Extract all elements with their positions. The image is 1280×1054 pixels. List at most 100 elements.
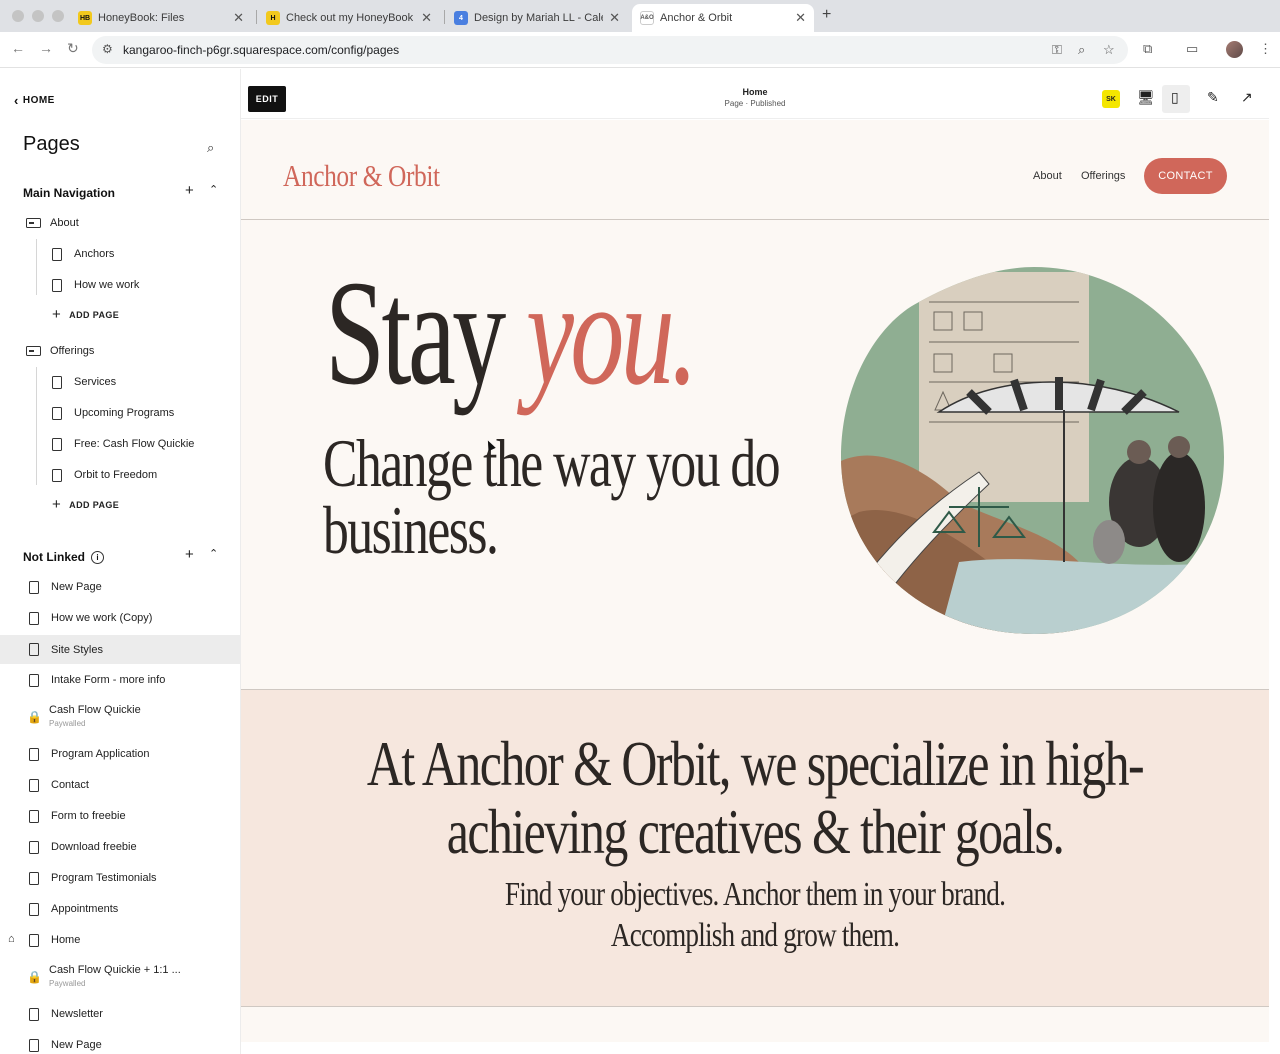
sidebar-item-download-freebie[interactable]: Download freebie [0, 833, 240, 861]
back-arrow-icon[interactable]: ← [11, 40, 25, 56]
browser-tab-calendar[interactable]: 4 Design by Mariah LL - Calend ✕ [446, 4, 628, 32]
sidebar-item-label: Form to freebie [51, 810, 126, 822]
sidebar-item-newsletter[interactable]: Newsletter [0, 1000, 240, 1028]
add-page-button[interactable]: + ADD PAGE [52, 306, 119, 323]
close-window-button[interactable] [12, 10, 24, 22]
sidebar-item-label: Newsletter [51, 1008, 103, 1020]
pages-sidebar: ‹ HOME Pages ⌕ Main Navigation + ⌃ About… [0, 69, 241, 1054]
new-tab-icon[interactable]: + [822, 6, 831, 24]
sidebar-item-anchors[interactable]: Anchors [0, 240, 240, 268]
close-tab-icon[interactable]: ✕ [609, 10, 620, 26]
sidebar-item-upcoming-programs[interactable]: Upcoming Programs [0, 399, 240, 427]
side-panel-icon[interactable]: ▭ [1186, 41, 1198, 57]
add-not-linked-icon[interactable]: + [185, 546, 194, 563]
sidebar-folder-offerings[interactable]: Offerings [0, 337, 240, 365]
sidebar-folder-about[interactable]: About [0, 209, 240, 237]
site-nav-offerings[interactable]: Offerings [1081, 170, 1125, 182]
contact-button[interactable]: CONTACT [1144, 158, 1227, 194]
zoom-icon[interactable]: ⌕ [1078, 42, 1085, 58]
collapse-main-nav-icon[interactable]: ⌃ [209, 183, 218, 196]
sidebar-item-intake-form[interactable]: Intake Form - more info [0, 666, 240, 694]
sidebar-item-how-we-work[interactable]: How we work [0, 271, 240, 299]
browser-tab-honeybook-files[interactable]: HB HoneyBook: Files ✕ [70, 4, 252, 32]
sidebar-item-new-page-2[interactable]: New Page [0, 1031, 240, 1054]
sidebar-item-program-application[interactable]: Program Application [0, 740, 240, 768]
info-icon[interactable]: i [91, 550, 104, 564]
sidebar-item-program-testimonials[interactable]: Program Testimonials [0, 864, 240, 892]
page-icon [52, 278, 62, 292]
page-icon [52, 437, 62, 451]
close-tab-icon[interactable]: ✕ [795, 10, 806, 26]
sidebar-item-form-to-freebie[interactable]: Form to freebie [0, 802, 240, 830]
page-icon [52, 406, 62, 420]
sidebar-item-new-page[interactable]: New Page [0, 573, 240, 601]
honeybook-favicon-icon: H [266, 11, 280, 25]
browser-tab-anchor-orbit[interactable]: A&O Anchor & Orbit ✕ [632, 4, 814, 32]
sidebar-item-label: Contact [51, 779, 89, 791]
url-text[interactable]: kangaroo-finch-p6gr.squarespace.com/conf… [123, 43, 399, 57]
search-icon[interactable]: ⌕ [207, 140, 214, 156]
not-linked-label: Not Linked [23, 550, 85, 564]
not-linked-heading: Not Linked i [23, 550, 104, 564]
add-page-button[interactable]: + ADD PAGE [52, 496, 119, 513]
sidebar-item-label: New Page [51, 581, 102, 593]
close-tab-icon[interactable]: ✕ [421, 10, 432, 26]
hero-collage-image [841, 267, 1224, 634]
sidebar-item-free-cash-flow-quickie[interactable]: Free: Cash Flow Quickie [0, 430, 240, 458]
intro-subheading: Find your objectives. Anchor them in you… [344, 874, 1166, 956]
sidebar-item-how-we-work-copy[interactable]: How we work (Copy) [0, 604, 240, 632]
zoom-window-button[interactable] [52, 10, 64, 22]
site-preview[interactable]: Anchor & Orbit About Offerings CONTACT S… [241, 120, 1269, 1042]
tab-separator [256, 10, 257, 24]
open-external-icon[interactable]: ↗ [1241, 89, 1253, 106]
bookmark-star-icon[interactable]: ☆ [1103, 42, 1115, 58]
desktop-view-icon[interactable]: 🖥 [1137, 89, 1155, 106]
sidebar-item-label: Orbit to Freedom [74, 469, 158, 481]
site-styles-brush-icon[interactable]: ✎ [1207, 89, 1219, 106]
plus-icon: + [52, 496, 62, 513]
extensions-icon[interactable]: ⧉ [1143, 41, 1152, 57]
collapse-not-linked-icon[interactable]: ⌃ [209, 547, 218, 560]
password-key-icon[interactable]: ⚿ [1052, 42, 1062, 58]
sidebar-item-cash-flow-quickie-1-1[interactable]: 🔒 Cash Flow Quickie + 1:1 ... Paywalled [0, 960, 240, 994]
add-main-nav-icon[interactable]: + [185, 182, 194, 199]
sidebar-item-cash-flow-quickie[interactable]: 🔒 Cash Flow Quickie Paywalled [0, 700, 240, 734]
profile-avatar[interactable] [1226, 41, 1243, 58]
sidebar-item-site-styles[interactable]: Site Styles [0, 635, 240, 664]
anchor-orbit-favicon-icon: A&O [640, 11, 654, 25]
close-tab-icon[interactable]: ✕ [233, 10, 244, 26]
tab-title: Anchor & Orbit [660, 12, 733, 24]
site-logo[interactable]: Anchor & Orbit [283, 158, 440, 194]
sidebar-item-label: Site Styles [51, 643, 103, 656]
intro-subheading-line-1: Find your objectives. Anchor them in you… [504, 876, 1006, 913]
tab-separator [444, 10, 445, 24]
sidebar-item-appointments[interactable]: Appointments [0, 895, 240, 923]
forward-arrow-icon[interactable]: → [39, 40, 53, 56]
sidebar-item-contact[interactable]: Contact [0, 771, 240, 799]
page-icon [29, 673, 39, 687]
sidebar-item-orbit-to-freedom[interactable]: Orbit to Freedom [0, 461, 240, 489]
minimize-window-button[interactable] [32, 10, 44, 22]
site-nav-about[interactable]: About [1033, 170, 1062, 182]
intro-band: At Anchor & Orbit, we specialize in high… [241, 689, 1269, 1007]
sidebar-item-home[interactable]: Home [0, 926, 240, 954]
extension-badge[interactable]: SK [1102, 90, 1120, 108]
sidebar-item-label: Anchors [74, 248, 115, 260]
homepage-house-icon: ⌂ [8, 933, 15, 945]
back-home-link[interactable]: ‹ HOME [14, 93, 55, 108]
sidebar-item-label: Cash Flow Quickie [49, 704, 141, 716]
add-page-label: ADD PAGE [69, 499, 120, 510]
page-icon [29, 611, 39, 625]
chevron-left-icon: ‹ [14, 93, 19, 108]
plus-icon: + [52, 306, 62, 323]
browser-menu-icon[interactable]: ⋮ [1259, 41, 1272, 57]
sidebar-item-services[interactable]: Services [0, 368, 240, 396]
address-bar[interactable]: ⚙ kangaroo-finch-p6gr.squarespace.com/co… [92, 36, 1128, 64]
mobile-view-icon[interactable]: ▯ [1171, 89, 1179, 106]
sidebar-item-label: Services [74, 376, 117, 388]
sidebar-item-label: How we work (Copy) [51, 612, 153, 624]
site-settings-icon[interactable]: ⚙ [102, 42, 113, 56]
page-icon [29, 643, 39, 656]
browser-tab-honeybook-template[interactable]: H Check out my HoneyBook ter ✕ [258, 4, 440, 32]
reload-icon[interactable]: ↻ [67, 40, 79, 57]
